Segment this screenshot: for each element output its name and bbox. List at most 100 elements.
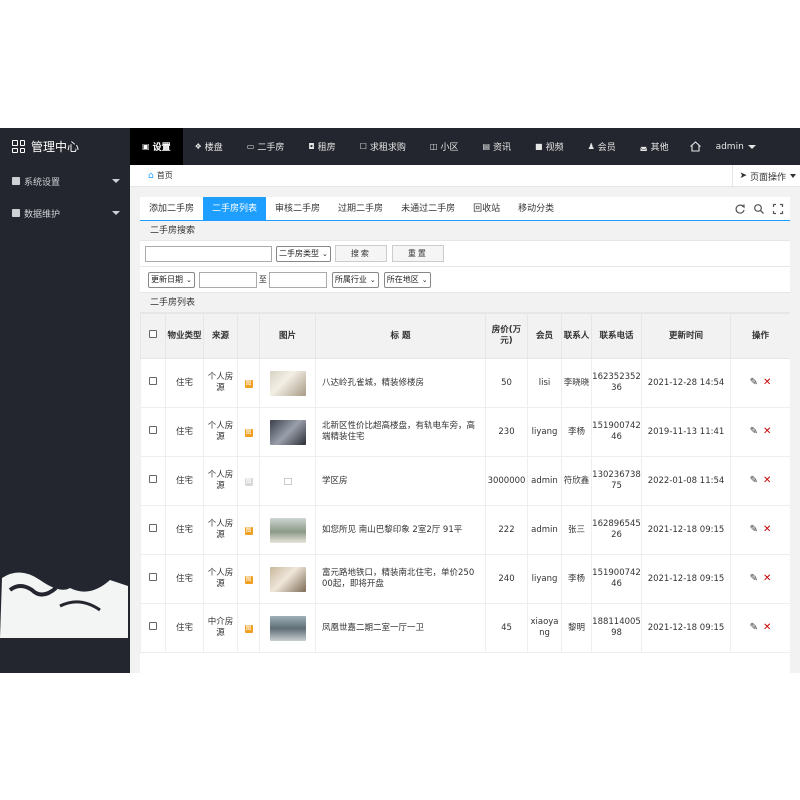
nav-item[interactable]: ▣ 设置 — [130, 128, 183, 165]
edit-icon[interactable]: ✎ — [750, 524, 758, 535]
nav-item[interactable]: ◛ 其他 — [628, 128, 681, 165]
delete-icon[interactable]: ✕ — [763, 475, 771, 486]
nav-item[interactable]: ▭ 二手房 — [235, 128, 297, 165]
reset-button[interactable]: 重置 — [391, 245, 444, 262]
grid-icon — [12, 140, 25, 153]
select-all-checkbox[interactable] — [149, 330, 157, 338]
sidebar-item-system-settings[interactable]: 系统设置 — [0, 165, 130, 197]
page-ops-button[interactable]: ➤ 页面操作 — [732, 165, 800, 187]
delete-icon[interactable]: ✕ — [763, 377, 771, 388]
main-panel: 添加二手房 二手房列表 审核二手房 过期二手房 未通过二手房 回收站 移动分类 二手房搜索 … — [140, 197, 790, 673]
edit-icon[interactable]: ✎ — [750, 426, 758, 437]
fullscreen-icon[interactable] — [772, 203, 784, 215]
property-type: 住宅 — [165, 358, 204, 408]
table-row: 住宅 个人房源图 学区房 3000000 admin 符欣鑫 13023673875 2022… — [140, 456, 790, 506]
region-select-value: 所在地区 — [386, 275, 419, 284]
edit-icon[interactable]: ✎ — [750, 573, 758, 584]
date-select-value: 更新日期 — [151, 275, 183, 284]
house-title[interactable]: 学区房 — [315, 456, 486, 506]
table-row: 住宅 个人房源图 富元路地铁口，精装南北住宅，单价25000起，即将开盘 240 liy… — [140, 554, 790, 604]
nav-item[interactable]: ▤ 资讯 — [470, 128, 523, 165]
house-photo[interactable] — [269, 370, 306, 396]
keyword-input[interactable] — [145, 245, 272, 262]
house-photo[interactable] — [269, 517, 306, 543]
delete-icon[interactable]: ✕ — [763, 573, 771, 584]
updated-time: 2021-12-28 14:54 — [641, 358, 731, 408]
col-header — [237, 313, 260, 359]
nav-item[interactable]: ❖ 楼盘 — [183, 128, 235, 165]
date-select[interactable]: 更新日期 ⌄ — [148, 271, 195, 288]
tab[interactable]: 未通过二手房 — [392, 197, 464, 220]
nav-item-icon: ■ — [535, 142, 543, 151]
list-section-title: 二手房列表 — [140, 293, 790, 313]
property-type: 住宅 — [165, 456, 204, 506]
sidebar-item-label: 数据维护 — [24, 209, 61, 220]
updated-time: 2021-12-18 09:15 — [641, 603, 731, 653]
nav-item-icon: ◘ — [308, 142, 315, 151]
property-type: 住宅 — [165, 554, 204, 604]
row-select-cell — [140, 358, 166, 408]
member: xiaoyang — [527, 603, 562, 653]
user-menu[interactable]: admin — [710, 142, 762, 152]
nav-item[interactable]: ◫ 小区 — [418, 128, 471, 165]
region-select[interactable]: 所在地区 ⌄ — [383, 271, 431, 288]
edit-icon[interactable]: ✎ — [750, 622, 758, 633]
nav-item[interactable]: ♟ 会员 — [576, 128, 628, 165]
col-header: 物业类型 — [165, 313, 204, 359]
breadcrumb[interactable]: ⌂ 首页 — [130, 170, 173, 181]
property-type: 住宅 — [165, 407, 204, 457]
search-button[interactable]: 搜索 — [334, 245, 387, 262]
house-type-select[interactable]: 二手房类型 ⌄ — [276, 245, 331, 262]
table-row: 住宅 个人房源图 如您所见 南山巴黎印象 2室2厅 91平 222 admin 张三 162… — [140, 505, 790, 555]
tab[interactable]: 审核二手房 — [266, 197, 329, 220]
house-photo[interactable] — [269, 566, 306, 592]
house-title[interactable]: 富元路地铁口，精装南北住宅，单价25000起，即将开盘 — [315, 554, 486, 604]
row-checkbox[interactable] — [149, 426, 157, 434]
tab[interactable]: 回收站 — [464, 197, 509, 220]
delete-icon[interactable]: ✕ — [763, 622, 771, 633]
row-checkbox[interactable] — [149, 475, 157, 483]
updated-time: 2022-01-08 11:54 — [641, 456, 731, 506]
search-icon[interactable] — [753, 203, 765, 215]
database-icon — [12, 209, 20, 217]
edit-icon[interactable]: ✎ — [750, 475, 758, 486]
row-select-cell — [140, 456, 166, 506]
house-title[interactable]: 凤凰世嘉二期二室一厅一卫 — [315, 603, 486, 653]
row-checkbox[interactable] — [149, 377, 157, 385]
tab[interactable]: 添加二手房 — [140, 197, 203, 220]
table-row: 住宅 个人房源图 北新区性价比超高楼盘，有轨电车旁，高端精装住宅 230 liyang 李… — [140, 407, 790, 457]
sidebar-item-data-maintenance[interactable]: 数据维护 — [0, 197, 130, 229]
house-photo[interactable] — [269, 419, 306, 445]
home-icon[interactable] — [689, 140, 702, 153]
tab[interactable]: 移动分类 — [509, 197, 563, 220]
refresh-icon[interactable] — [734, 203, 746, 215]
edit-icon[interactable]: ✎ — [750, 377, 758, 388]
delete-icon[interactable]: ✕ — [763, 426, 771, 437]
tab[interactable]: 二手房列表 — [203, 197, 267, 220]
nav-item[interactable]: ☐ 求租求购 — [348, 128, 418, 165]
industry-select[interactable]: 所属行业 ⌄ — [331, 271, 379, 288]
source: 个人房源 — [203, 456, 238, 506]
col-header: 联系电话 — [591, 313, 642, 359]
house-photo[interactable] — [269, 615, 306, 641]
nav-item-icon: ◫ — [429, 142, 438, 151]
row-select-cell — [140, 603, 166, 653]
house-title[interactable]: 如您所见 南山巴黎印象 2室2厅 91平 — [315, 505, 486, 555]
row-checkbox[interactable] — [149, 524, 157, 532]
date-from-input[interactable] — [198, 271, 257, 288]
chevron-down-icon: ⌄ — [421, 275, 428, 284]
house-title[interactable]: 北新区性价比超高楼盘，有轨电车旁，高端精装住宅 — [315, 407, 486, 457]
nav-item-label: 视频 — [545, 143, 564, 153]
tab[interactable]: 过期二手房 — [329, 197, 392, 220]
nav-item[interactable]: ◘ 租房 — [296, 128, 347, 165]
house-title[interactable]: 八达岭孔雀城，精装修楼房 — [315, 358, 486, 408]
ops-cell: ✎ ✕ — [730, 407, 790, 457]
search-row: 二手房类型 ⌄ 搜索 重置 — [140, 241, 790, 267]
date-to-input[interactable] — [268, 271, 327, 288]
row-select-cell — [140, 554, 166, 604]
row-checkbox[interactable] — [149, 573, 157, 581]
row-checkbox[interactable] — [149, 622, 157, 630]
filter-row: 更新日期 ⌄ 至 所属行业 ⌄ 所在地区 ⌄ — [140, 267, 790, 293]
delete-icon[interactable]: ✕ — [763, 524, 771, 535]
nav-item[interactable]: ■ 视频 — [523, 128, 576, 165]
